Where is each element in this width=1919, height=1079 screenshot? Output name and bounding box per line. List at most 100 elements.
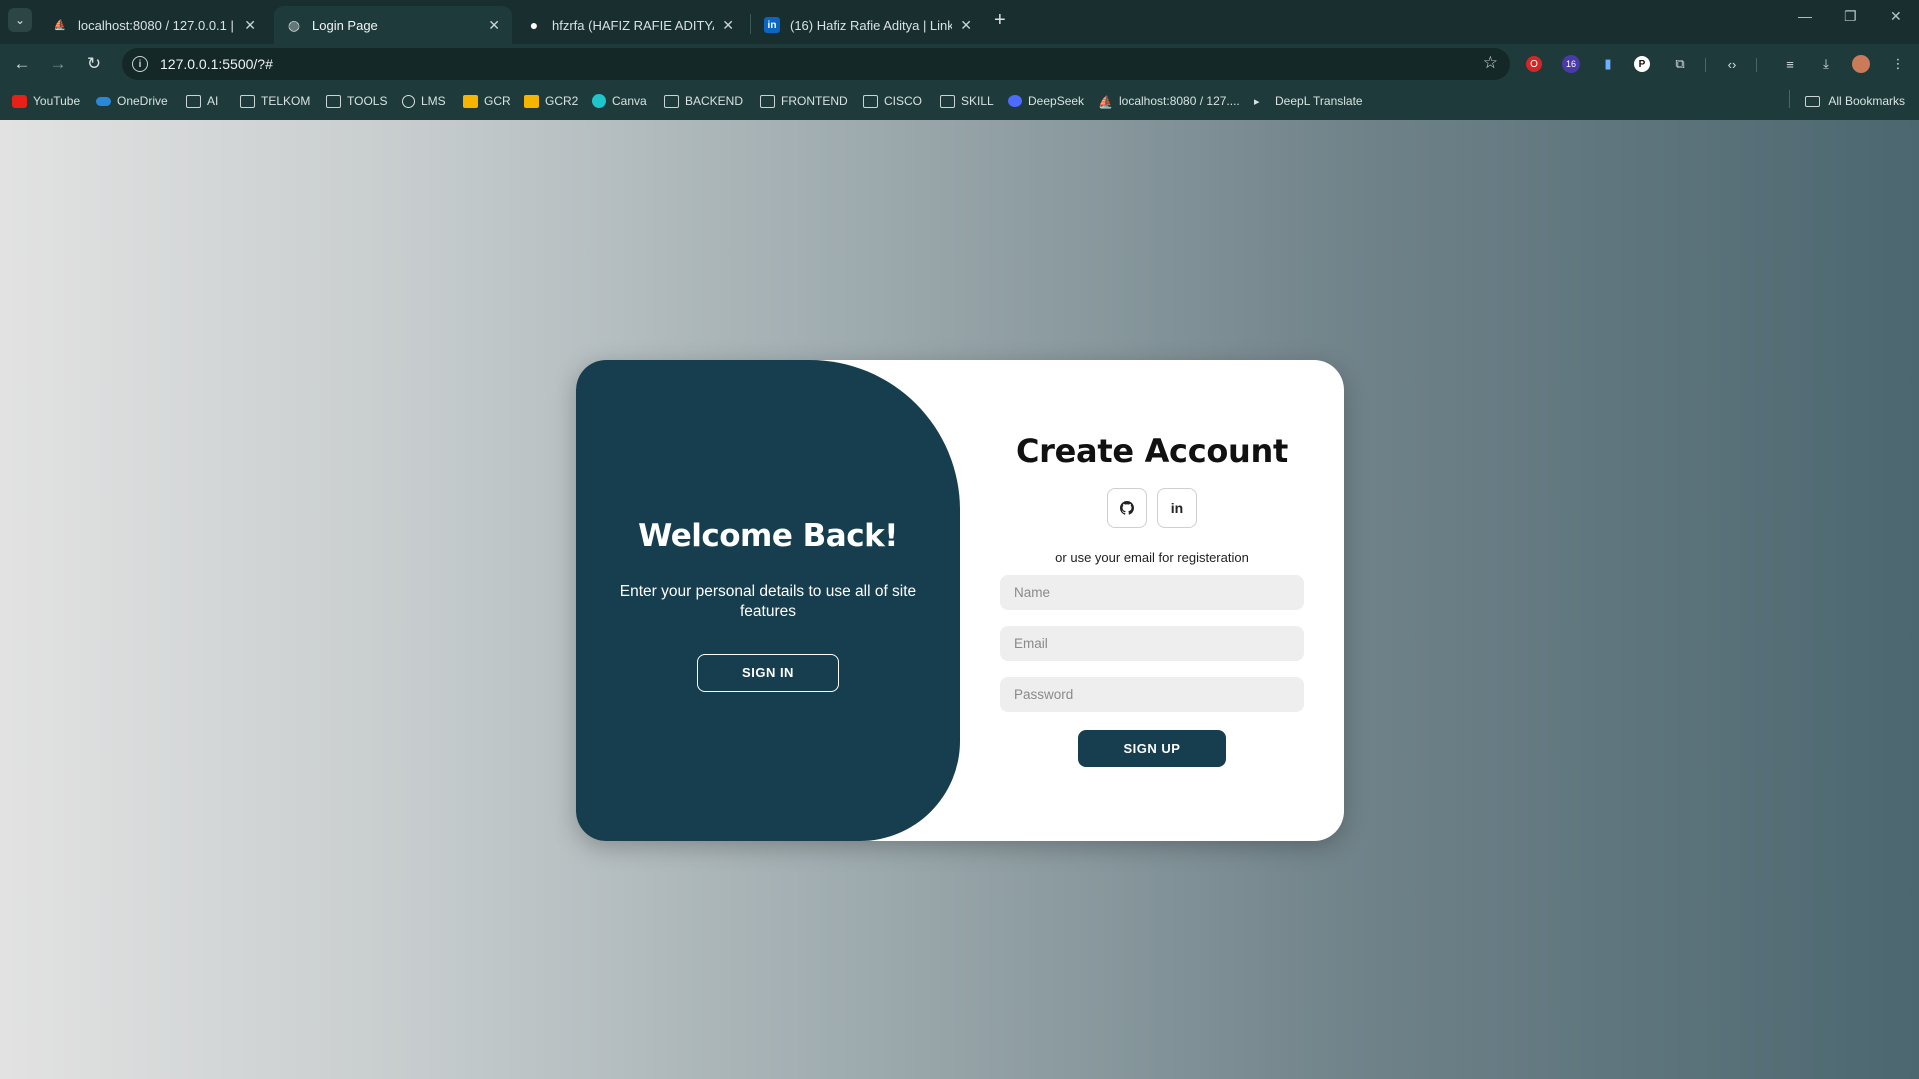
sign-up-button[interactable]: SIGN UP xyxy=(1078,730,1226,767)
welcome-panel: Welcome Back! Enter your personal detail… xyxy=(576,360,960,841)
all-bookmarks-label: All Bookmarks xyxy=(1828,94,1905,108)
site-info-icon[interactable]: i xyxy=(132,56,148,72)
close-icon[interactable]: ✕ xyxy=(488,17,500,34)
github-icon xyxy=(1120,501,1134,515)
form-title: Create Account xyxy=(1015,432,1289,470)
close-icon[interactable]: ✕ xyxy=(722,17,734,34)
p-ext-icon[interactable]: P xyxy=(1634,56,1650,72)
email-input[interactable] xyxy=(1000,626,1304,661)
tab-divider xyxy=(750,14,751,34)
close-icon[interactable]: ✕ xyxy=(960,17,972,34)
tab-search-button[interactable]: ⌄ xyxy=(8,8,32,32)
registration-hint: or use your email for registeration xyxy=(1055,550,1249,565)
opera-ext-icon[interactable]: O xyxy=(1526,56,1542,72)
download-icon[interactable]: ⤓ xyxy=(1816,54,1836,74)
all-bookmarks-button[interactable]: All Bookmarks xyxy=(1805,90,1905,112)
tab-github[interactable]: ● hfzrfa (HAFIZ RAFIE ADITYA) ✕ xyxy=(514,6,746,44)
bookmark-label: GCR2 xyxy=(545,94,579,108)
extensions-icon[interactable]: ⧉ xyxy=(1670,54,1690,74)
menu-icon[interactable]: ⋮ xyxy=(1888,54,1908,74)
profile-avatar[interactable] xyxy=(1852,55,1870,73)
bookmarks-bar: YouTube OneDrive AI TELKOM TOOLS LMS GCR… xyxy=(0,86,1919,116)
bookmark-gcr2[interactable]: GCR2 xyxy=(524,90,578,112)
bookmark-label: LMS xyxy=(421,94,446,108)
classroom-icon xyxy=(524,94,539,108)
bookmark-label: AI xyxy=(207,94,219,108)
bookmark-folder-skill[interactable]: SKILL xyxy=(940,90,994,112)
chevron-down-icon: ⌄ xyxy=(14,13,26,27)
tab-title: hfzrfa (HAFIZ RAFIE ADITYA) xyxy=(552,17,715,33)
tab-strip: ⌄ ⛵ localhost:8080 / 127.0.0.1 | phpMyAd… xyxy=(0,0,1919,44)
folder-icon xyxy=(186,94,201,108)
tab-login-page[interactable]: ◍ Login Page ✕ xyxy=(274,6,512,44)
back-button[interactable]: ← xyxy=(10,52,34,76)
ext-badge-icon[interactable]: 16 xyxy=(1562,55,1580,73)
bookmark-label: GCR xyxy=(484,94,511,108)
bookmark-star-icon[interactable]: ☆ xyxy=(1483,53,1498,73)
ext-badge-count: 16 xyxy=(1565,59,1576,69)
deepseek-icon xyxy=(1008,95,1022,107)
password-input[interactable] xyxy=(1000,677,1304,712)
linkedin-button[interactable]: in xyxy=(1157,488,1197,528)
youtube-icon xyxy=(12,94,27,108)
sign-in-button[interactable]: SIGN IN xyxy=(697,653,839,692)
folder-icon xyxy=(326,94,341,108)
welcome-title: Welcome Back! xyxy=(638,517,898,554)
address-bar[interactable]: i 127.0.0.1:5500/?# ☆ xyxy=(122,48,1510,80)
restore-icon[interactable]: ❐ xyxy=(1844,8,1857,25)
bookmark-onedrive[interactable]: OneDrive xyxy=(96,90,168,112)
auth-card: Welcome Back! Enter your personal detail… xyxy=(576,360,1344,841)
tab-phpmyadmin[interactable]: ⛵ localhost:8080 / 127.0.0.1 | phpMyAdmi… xyxy=(40,6,268,44)
bookmark-folder-backend[interactable]: BACKEND xyxy=(664,90,743,112)
bookmark-lms[interactable]: LMS xyxy=(402,90,446,112)
new-tab-button[interactable]: + xyxy=(994,9,1006,32)
bookmark-folder-telkom[interactable]: TELKOM xyxy=(240,90,310,112)
bookmark-label: FRONTEND xyxy=(781,94,848,108)
bookmark-label: TOOLS xyxy=(347,94,388,108)
browser-toolbar: ← → ↻ i 127.0.0.1:5500/?# ☆ O 16 ▮ P ⧉ ‹… xyxy=(0,44,1919,84)
github-button[interactable] xyxy=(1107,488,1147,528)
tab-linkedin[interactable]: in (16) Hafiz Rafie Aditya | LinkedIn ✕ xyxy=(752,6,984,44)
browser-chrome: ⌄ ⛵ localhost:8080 / 127.0.0.1 | phpMyAd… xyxy=(0,0,1919,120)
bookmark-localhost[interactable]: ⛵ localhost:8080 / 127.... xyxy=(1098,90,1240,112)
bookmark-folder-tools[interactable]: TOOLS xyxy=(326,90,387,112)
bookmark-deepseek[interactable]: DeepSeek xyxy=(1008,90,1084,112)
toolbar-divider xyxy=(1705,58,1706,72)
bookmark-gcr[interactable]: GCR xyxy=(463,90,511,112)
folder-icon xyxy=(760,94,775,108)
bookmark-label: CISCO xyxy=(884,94,923,108)
doc-ext-icon[interactable]: ▮ xyxy=(1598,54,1618,74)
classroom-icon xyxy=(463,94,478,108)
close-icon[interactable]: ✕ xyxy=(244,17,256,34)
close-window-icon[interactable]: ✕ xyxy=(1890,8,1902,25)
bookmark-folder-cisco[interactable]: CISCO xyxy=(863,90,922,112)
media-controls-icon[interactable]: ≡ xyxy=(1780,54,1800,74)
github-icon: ● xyxy=(529,17,539,33)
code-icon[interactable]: ‹› xyxy=(1722,54,1742,74)
minimize-icon[interactable]: — xyxy=(1798,8,1812,24)
folder-icon xyxy=(1805,95,1821,107)
forward-button[interactable]: → xyxy=(46,52,70,76)
lms-icon xyxy=(402,94,415,108)
bookmark-folder-frontend[interactable]: FRONTEND xyxy=(760,90,848,112)
bookmark-canva[interactable]: Canva xyxy=(592,90,647,112)
bookmark-label: BACKEND xyxy=(685,94,744,108)
welcome-text: Enter your personal details to use all o… xyxy=(619,582,917,620)
tab-title: (16) Hafiz Rafie Aditya | LinkedIn xyxy=(790,17,953,33)
bookmark-label: DeepSeek xyxy=(1028,94,1085,108)
reload-button[interactable]: ↻ xyxy=(82,52,106,76)
bookmark-folder-ai[interactable]: AI xyxy=(186,90,218,112)
tab-title: Login Page xyxy=(312,17,378,33)
name-input[interactable] xyxy=(1000,575,1304,610)
url-text: 127.0.0.1:5500/?# xyxy=(160,56,273,72)
sign-up-form: Create Account in or use your email for … xyxy=(960,360,1344,841)
bookmark-deepl[interactable]: ▸ DeepL Translate xyxy=(1254,90,1363,112)
folder-icon xyxy=(863,94,878,108)
onedrive-icon xyxy=(96,96,111,106)
bookmark-youtube[interactable]: YouTube xyxy=(12,90,80,112)
folder-icon xyxy=(240,94,255,108)
toolbar-divider xyxy=(1756,58,1757,72)
bookmark-label: YouTube xyxy=(33,94,81,108)
deepl-icon: ▸ xyxy=(1254,95,1260,108)
folder-icon xyxy=(940,94,955,108)
